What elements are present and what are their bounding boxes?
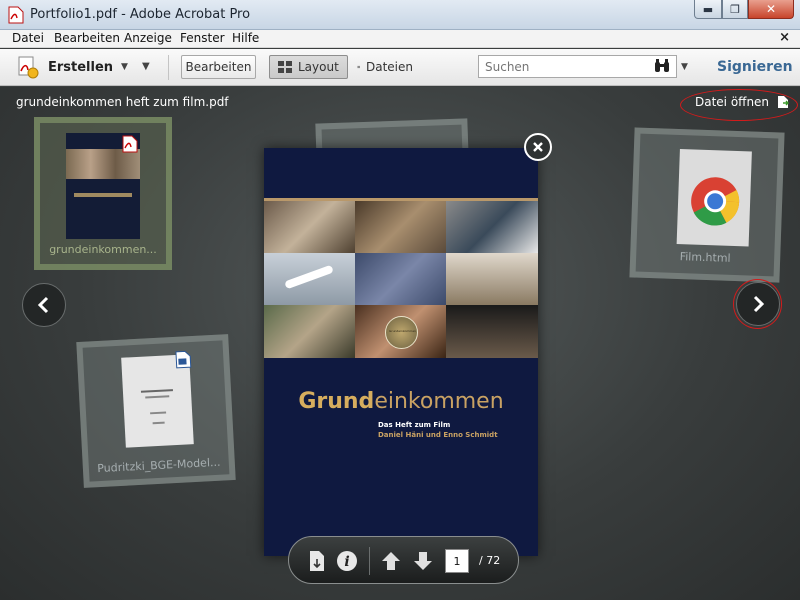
info-icon: i (337, 551, 357, 571)
cover-subtitle: Das Heft zum Film (378, 421, 451, 429)
menu-anzeige[interactable]: Anzeige (124, 31, 172, 45)
menu-bar: Datei Bearbeiten Anzeige Fenster Hilfe × (0, 30, 800, 48)
close-document-icon[interactable]: × (779, 30, 790, 45)
card-caption: Pudritzki_BGE-Model... (96, 455, 221, 476)
close-icon (533, 142, 543, 152)
pager-divider (369, 547, 370, 575)
page-total: / 72 (479, 554, 501, 567)
create-button[interactable]: Erstellen ▼ (16, 54, 128, 80)
cover-photo (446, 253, 538, 305)
menu-hilfe[interactable]: Hilfe (232, 31, 259, 45)
card-caption: grundeinkommen... (49, 243, 157, 256)
toolbar-options-icon[interactable]: ▼ (142, 61, 150, 72)
word-file-icon (175, 350, 192, 369)
page-navigation-bar: i / 72 (288, 536, 519, 584)
files-label: Dateien (365, 60, 413, 74)
highlight-ring (733, 279, 782, 329)
current-file-name: grundeinkommen heft zum film.pdf (16, 95, 229, 109)
cover-authors: Daniel Häni und Enno Schmidt (378, 431, 498, 439)
sign-button[interactable]: Signieren (717, 59, 793, 75)
cover-photo-collage: Grundeinkommen (264, 198, 538, 358)
card-caption: Film.html (679, 250, 731, 265)
portfolio-card-pudritzki[interactable]: Pudritzki_BGE-Model... (76, 334, 236, 488)
title-bar: Portfolio1.pdf - Adobe Acrobat Pro ▬ ❐ ✕ (0, 0, 800, 30)
menu-fenster[interactable]: Fenster (180, 31, 225, 45)
create-pdf-icon (18, 56, 39, 79)
cover-title-rest: einkommen (374, 389, 504, 414)
cover-title: Grundeinkommen (264, 389, 538, 414)
cover-title-bold: Grund (298, 389, 375, 414)
edit-label: Bearbeiten (185, 60, 252, 74)
cover-photo (446, 305, 538, 358)
chevron-down-icon: ▼ (121, 62, 128, 72)
window-title: Portfolio1.pdf - Adobe Acrobat Pro (30, 7, 251, 22)
portfolio-card-film-html[interactable]: Film.html (629, 127, 785, 283)
page-download-icon (310, 551, 324, 571)
svg-text:i: i (344, 554, 349, 570)
document-preview: Grundeinkommen Grundeinkommen Das Heft z… (264, 148, 538, 556)
chevron-left-icon (37, 296, 49, 314)
cover-badge-text: Grundeinkommen (389, 329, 416, 333)
menu-bearbeiten[interactable]: Bearbeiten (54, 31, 120, 45)
portfolio-card-grundeinkommen[interactable]: grundeinkommen... (34, 117, 172, 270)
portfolio-view: grundeinkommen heft zum film.pdf Datei ö… (0, 87, 800, 600)
card-thumbnail (676, 149, 752, 247)
close-icon: ✕ (765, 2, 777, 16)
toolbar-divider (168, 55, 169, 80)
previous-page-button[interactable] (379, 549, 403, 573)
close-window-button[interactable]: ✕ (748, 0, 794, 19)
cover-photo (264, 253, 355, 305)
minimize-icon: ▬ (702, 2, 714, 16)
info-button[interactable]: i (335, 549, 359, 573)
cover-photo (264, 201, 355, 253)
create-label: Erstellen (48, 59, 114, 75)
next-page-button[interactable] (411, 549, 435, 573)
cover-photo (355, 201, 446, 253)
close-preview-button[interactable] (524, 133, 552, 161)
highlight-ellipse (680, 89, 798, 121)
maximize-button[interactable]: ❐ (722, 0, 748, 19)
cover-photo (264, 305, 355, 358)
pdf-file-icon (122, 135, 138, 153)
grid-icon (278, 61, 292, 73)
files-button[interactable]: Dateien (348, 55, 422, 79)
list-icon (357, 65, 360, 69)
search-options-chevron-icon[interactable]: ▼ (681, 62, 688, 72)
page-number-input[interactable] (445, 549, 469, 573)
previous-file-button[interactable] (22, 283, 66, 327)
layout-button[interactable]: Layout (269, 55, 348, 79)
binoculars-icon[interactable] (654, 59, 670, 77)
arrow-up-icon (382, 552, 400, 570)
cover-photo (446, 201, 538, 253)
chrome-icon (691, 177, 740, 226)
search-input[interactable] (478, 55, 677, 78)
menu-datei[interactable]: Datei (12, 31, 44, 45)
toolbar: Erstellen ▼ ▼ Bearbeiten Layout Dateien … (0, 49, 800, 86)
pdf-file-icon (8, 6, 24, 24)
minimize-button[interactable]: ▬ (694, 0, 722, 19)
cover-badge: Grundeinkommen (385, 316, 418, 349)
arrow-down-icon (414, 552, 432, 570)
edit-button[interactable]: Bearbeiten (181, 55, 256, 79)
extract-page-button[interactable] (305, 549, 329, 573)
layout-label: Layout (298, 60, 339, 74)
maximize-icon: ❐ (730, 2, 740, 16)
cover-photo (355, 253, 446, 305)
